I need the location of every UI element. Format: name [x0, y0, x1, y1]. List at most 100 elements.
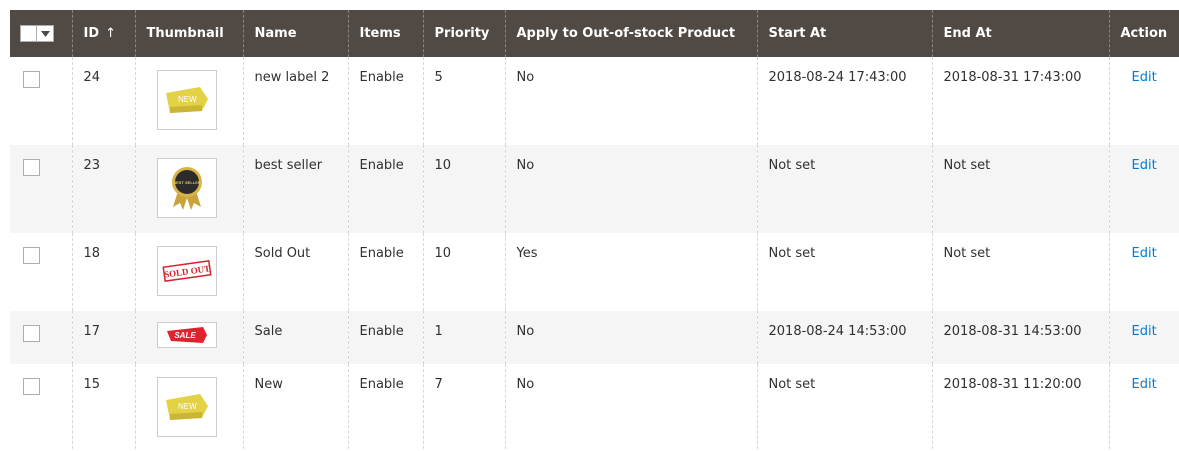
- column-header-action-label: Action: [1120, 26, 1168, 41]
- cell-apply-oos: Yes: [504, 233, 757, 311]
- cell-name: Sold Out: [242, 233, 348, 311]
- table-row[interactable]: 24 NEW new label 2 Enable 5 No 2018-08-2…: [10, 57, 1179, 145]
- row-select-cell: [10, 57, 72, 145]
- cell-apply-oos: No: [504, 364, 757, 451]
- row-checkbox[interactable]: [23, 71, 40, 88]
- table-row[interactable]: 23 BEST SELLER best seller Enable 10 No …: [10, 145, 1179, 233]
- cell-items: Enable: [347, 145, 423, 233]
- column-header-action: Action: [1108, 10, 1179, 57]
- column-header-end-at-label: End At: [943, 26, 992, 41]
- cell-action: Edit: [1108, 364, 1179, 451]
- cell-apply-oos: No: [504, 57, 757, 145]
- cell-name: new label 2: [242, 57, 348, 145]
- row-checkbox[interactable]: [23, 247, 40, 264]
- cell-end-at: 2018-08-31 17:43:00: [931, 57, 1109, 145]
- cell-priority: 10: [422, 233, 505, 311]
- cell-items: Enable: [347, 57, 423, 145]
- cell-start-at: 2018-08-24 17:43:00: [756, 57, 932, 145]
- cell-items: Enable: [347, 233, 423, 311]
- mass-select-control[interactable]: [20, 25, 54, 42]
- cell-action: Edit: [1108, 311, 1179, 364]
- sort-ascending-arrow-icon: ↑: [105, 26, 117, 41]
- column-header-id-label: ID: [83, 26, 100, 41]
- label-table: ID ↑ Thumbnail Name Items Priority Apply …: [10, 10, 1179, 451]
- column-header-thumbnail[interactable]: Thumbnail: [134, 10, 243, 57]
- cell-end-at: Not set: [931, 145, 1109, 233]
- column-header-apply-oos[interactable]: Apply to Out-of-stock Product: [504, 10, 757, 57]
- column-header-items[interactable]: Items: [347, 10, 423, 57]
- cell-apply-oos: No: [504, 311, 757, 364]
- new-tag-text: NEW: [178, 95, 197, 104]
- cell-id: 24: [71, 57, 135, 145]
- cell-priority: 7: [422, 364, 505, 451]
- column-header-thumbnail-label: Thumbnail: [146, 26, 224, 41]
- column-header-end-at[interactable]: End At: [931, 10, 1109, 57]
- row-checkbox[interactable]: [23, 378, 40, 395]
- column-header-name[interactable]: Name: [242, 10, 348, 57]
- edit-link[interactable]: Edit: [1132, 158, 1157, 173]
- cell-id: 15: [71, 364, 135, 451]
- cell-thumbnail: NEW: [134, 57, 243, 145]
- cell-id: 18: [71, 233, 135, 311]
- sale-text: SALE: [174, 331, 196, 340]
- row-checkbox[interactable]: [23, 159, 40, 176]
- edit-link[interactable]: Edit: [1132, 246, 1157, 261]
- column-header-start-at-label: Start At: [768, 26, 827, 41]
- new-tag-text: NEW: [178, 402, 197, 411]
- cell-id: 23: [71, 145, 135, 233]
- edit-link[interactable]: Edit: [1132, 324, 1157, 339]
- label-grid: ID ↑ Thumbnail Name Items Priority Apply …: [10, 10, 1179, 451]
- new-tag-label-icon: NEW: [156, 377, 217, 437]
- cell-id: 17: [71, 311, 135, 364]
- table-header-row: ID ↑ Thumbnail Name Items Priority Apply …: [10, 10, 1179, 57]
- cell-thumbnail: SALE: [134, 311, 243, 364]
- cell-thumbnail: BEST SELLER: [134, 145, 243, 233]
- row-select-cell: [10, 311, 72, 364]
- column-header-items-label: Items: [359, 26, 401, 41]
- cell-action: Edit: [1108, 57, 1179, 145]
- column-header-apply-oos-label: Apply to Out-of-stock Product: [516, 26, 736, 41]
- cell-name: best seller: [242, 145, 348, 233]
- cell-thumbnail: SOLD OUT: [134, 233, 243, 311]
- cell-thumbnail: NEW: [134, 364, 243, 451]
- edit-link[interactable]: Edit: [1132, 377, 1157, 392]
- cell-end-at: 2018-08-31 11:20:00: [931, 364, 1109, 451]
- cell-priority: 5: [422, 57, 505, 145]
- mass-select-checkbox[interactable]: [20, 25, 37, 42]
- cell-end-at: 2018-08-31 14:53:00: [931, 311, 1109, 364]
- new-tag-label-icon: NEW: [156, 70, 217, 130]
- cell-action: Edit: [1108, 233, 1179, 311]
- table-row[interactable]: 17 SALE Sale Enable 1 No 2018-08-24 14:5…: [10, 311, 1179, 364]
- edit-link[interactable]: Edit: [1132, 70, 1157, 85]
- table-row[interactable]: 18 SOLD OUT Sold Out Enable 10 Yes Not s…: [10, 233, 1179, 311]
- mass-select-header: [10, 10, 72, 57]
- cell-start-at: Not set: [756, 145, 932, 233]
- cell-apply-oos: No: [504, 145, 757, 233]
- row-select-cell: [10, 233, 72, 311]
- cell-end-at: Not set: [931, 233, 1109, 311]
- column-header-name-label: Name: [254, 26, 297, 41]
- row-checkbox[interactable]: [23, 325, 40, 342]
- column-header-priority-label: Priority: [434, 26, 490, 41]
- column-header-priority[interactable]: Priority: [422, 10, 505, 57]
- cell-items: Enable: [347, 364, 423, 451]
- sold-out-stamp-icon: SOLD OUT: [156, 246, 217, 296]
- cell-name: New: [242, 364, 348, 451]
- cell-priority: 1: [422, 311, 505, 364]
- table-row[interactable]: 15 NEW New Enable 7 No Not set 2018-08-3…: [10, 364, 1179, 451]
- row-select-cell: [10, 364, 72, 451]
- sale-ribbon-icon: SALE: [156, 322, 217, 348]
- column-header-start-at[interactable]: Start At: [756, 10, 932, 57]
- best-seller-text: BEST SELLER: [173, 180, 201, 185]
- cell-priority: 10: [422, 145, 505, 233]
- cell-start-at: Not set: [756, 364, 932, 451]
- cell-start-at: 2018-08-24 14:53:00: [756, 311, 932, 364]
- cell-action: Edit: [1108, 145, 1179, 233]
- cell-items: Enable: [347, 311, 423, 364]
- row-select-cell: [10, 145, 72, 233]
- best-seller-badge-icon: BEST SELLER: [156, 158, 217, 218]
- cell-start-at: Not set: [756, 233, 932, 311]
- chevron-down-icon[interactable]: [37, 25, 54, 42]
- cell-name: Sale: [242, 311, 348, 364]
- column-header-id[interactable]: ID ↑: [71, 10, 135, 57]
